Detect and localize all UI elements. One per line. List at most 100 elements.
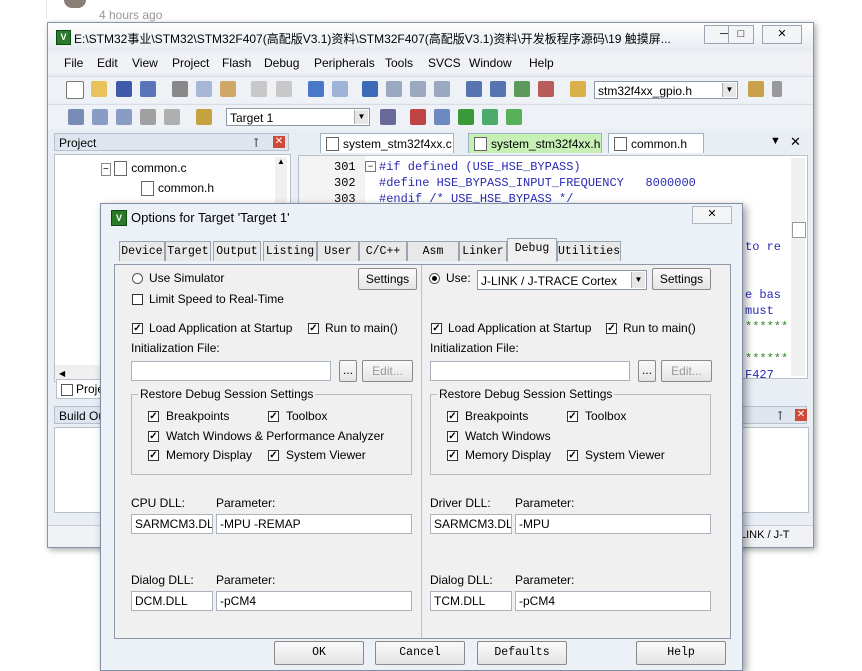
- bookmark-icon[interactable]: [362, 81, 378, 97]
- memory-display-checkbox[interactable]: ✓: [148, 450, 159, 461]
- more-icon[interactable]: [772, 81, 782, 97]
- tab-target[interactable]: Target: [165, 241, 211, 261]
- indent-icon[interactable]: [466, 81, 482, 97]
- system-viewer-checkbox[interactable]: ✓: [268, 450, 279, 461]
- translate-icon[interactable]: [68, 109, 84, 125]
- menu-help[interactable]: Help: [529, 56, 554, 70]
- defaults-button[interactable]: Defaults: [477, 641, 567, 665]
- pin-icon[interactable]: ⊺: [777, 407, 783, 425]
- dialog-close-button[interactable]: ✕: [692, 206, 732, 224]
- run-to-main-checkbox-right[interactable]: ✓: [606, 323, 617, 334]
- find-combo[interactable]: stm32f4xx_gpio.h ▼: [594, 81, 738, 99]
- watch-windows-checkbox-right[interactable]: ✓: [447, 431, 458, 442]
- manage-components-icon[interactable]: [410, 109, 426, 125]
- undo-icon[interactable]: [251, 81, 267, 97]
- copy-icon[interactable]: [196, 81, 212, 97]
- cut-icon[interactable]: [172, 81, 188, 97]
- tab-system-stm32f4xx-h[interactable]: system_stm32f4xx.h: [468, 133, 602, 153]
- tab-list-icon[interactable]: ▼: [770, 135, 781, 147]
- menu-flash[interactable]: Flash: [222, 56, 251, 70]
- menu-file[interactable]: File: [64, 56, 83, 70]
- toolbox-checkbox-right[interactable]: ✓: [567, 411, 578, 422]
- load-app-checkbox[interactable]: ✓: [132, 323, 143, 334]
- tab-utilities[interactable]: Utilities: [557, 241, 621, 261]
- system-viewer-checkbox-right[interactable]: ✓: [567, 450, 578, 461]
- target-options-icon[interactable]: [380, 109, 396, 125]
- new-file-icon[interactable]: [66, 81, 84, 99]
- tab-debug[interactable]: Debug: [507, 238, 557, 262]
- ok-button[interactable]: OK: [274, 641, 364, 665]
- dialog-param-input[interactable]: -pCM4: [216, 591, 412, 611]
- memory-display-checkbox-right[interactable]: ✓: [447, 450, 458, 461]
- next-bookmark-icon[interactable]: [410, 81, 426, 97]
- help-button[interactable]: Help: [636, 641, 726, 665]
- tab-user[interactable]: User: [317, 241, 359, 261]
- load-app-checkbox-right[interactable]: ✓: [431, 323, 442, 334]
- close-button[interactable]: ✕: [762, 25, 802, 44]
- pack-installer-icon[interactable]: [458, 109, 474, 125]
- dialog-param-input-right[interactable]: -pCM4: [515, 591, 711, 611]
- driver-param-input[interactable]: -MPU: [515, 514, 711, 534]
- tree-item[interactable]: common.h: [141, 181, 214, 197]
- tree-item[interactable]: − common.c: [101, 161, 187, 177]
- tab-listing[interactable]: Listing: [263, 241, 317, 261]
- run-to-main-checkbox[interactable]: ✓: [308, 323, 319, 334]
- cancel-button[interactable]: Cancel: [375, 641, 465, 665]
- maximize-button[interactable]: □: [728, 25, 754, 44]
- tab-linker[interactable]: Linker: [459, 241, 507, 261]
- paste-icon[interactable]: [220, 81, 236, 97]
- init-file-edit-button-right[interactable]: Edit...: [661, 360, 712, 382]
- scroll-left-icon[interactable]: ◀: [55, 369, 65, 378]
- debugger-settings-button[interactable]: Settings: [652, 268, 711, 290]
- dialog-dll-input[interactable]: DCM.DLL: [131, 591, 213, 611]
- save-icon[interactable]: [116, 81, 132, 97]
- open-folder-icon[interactable]: [91, 81, 107, 97]
- menu-project[interactable]: Project: [172, 56, 209, 70]
- tab-output[interactable]: Output: [213, 241, 261, 261]
- uncomment-icon[interactable]: [538, 81, 554, 97]
- select-software-packs-icon[interactable]: [482, 109, 498, 125]
- redo-icon[interactable]: [276, 81, 292, 97]
- tab-common-h[interactable]: common.h: [608, 133, 704, 153]
- chevron-down-icon[interactable]: ▼: [631, 272, 645, 288]
- scroll-thumb[interactable]: [792, 222, 806, 238]
- build-icon[interactable]: [92, 109, 108, 125]
- close-icon[interactable]: ✕: [273, 136, 285, 148]
- cpu-param-input[interactable]: -MPU -REMAP: [216, 514, 412, 534]
- toolbox-checkbox[interactable]: ✓: [268, 411, 279, 422]
- menu-tools[interactable]: Tools: [385, 56, 413, 70]
- use-simulator-radio[interactable]: [132, 273, 143, 284]
- tab-system-stm32f4xx-c[interactable]: system_stm32f4xx.c: [320, 133, 454, 153]
- breakpoints-checkbox-right[interactable]: ✓: [447, 411, 458, 422]
- unindent-icon[interactable]: [490, 81, 506, 97]
- rebuild-icon[interactable]: [116, 109, 132, 125]
- tab-c-cpp[interactable]: C/C++: [359, 241, 407, 261]
- dialog-dll-input-right[interactable]: TCM.DLL: [430, 591, 512, 611]
- close-icon[interactable]: ✕: [795, 409, 807, 421]
- close-icon[interactable]: ✕: [790, 134, 801, 150]
- init-file-input-right[interactable]: [430, 361, 630, 381]
- target-combo[interactable]: Target 1 ▼: [226, 108, 370, 126]
- tab-device[interactable]: Device: [119, 241, 165, 261]
- chevron-down-icon[interactable]: ▼: [354, 110, 368, 124]
- scroll-up-icon[interactable]: ▲: [275, 157, 287, 166]
- clear-bookmarks-icon[interactable]: [434, 81, 450, 97]
- watch-windows-checkbox[interactable]: ✓: [148, 431, 159, 442]
- prev-bookmark-icon[interactable]: [386, 81, 402, 97]
- comment-icon[interactable]: [514, 81, 530, 97]
- init-file-input[interactable]: [131, 361, 331, 381]
- editor-scrollbar[interactable]: [791, 158, 806, 376]
- fold-icon[interactable]: −: [365, 161, 376, 172]
- init-file-browse-button[interactable]: ...: [339, 360, 357, 382]
- driver-dll-input[interactable]: SARMCM3.DLL: [430, 514, 512, 534]
- use-debugger-radio[interactable]: [429, 273, 440, 284]
- pin-icon[interactable]: ⊺: [253, 134, 259, 152]
- nav-back-icon[interactable]: [308, 81, 324, 97]
- init-file-edit-button[interactable]: Edit...: [362, 360, 413, 382]
- simulator-settings-button[interactable]: Settings: [358, 268, 417, 290]
- batch-build-icon[interactable]: [140, 109, 156, 125]
- nav-forward-icon[interactable]: [332, 81, 348, 97]
- cpu-dll-input[interactable]: SARMCM3.DLL: [131, 514, 213, 534]
- find-in-files-icon[interactable]: [570, 81, 586, 97]
- save-all-icon[interactable]: [140, 81, 156, 97]
